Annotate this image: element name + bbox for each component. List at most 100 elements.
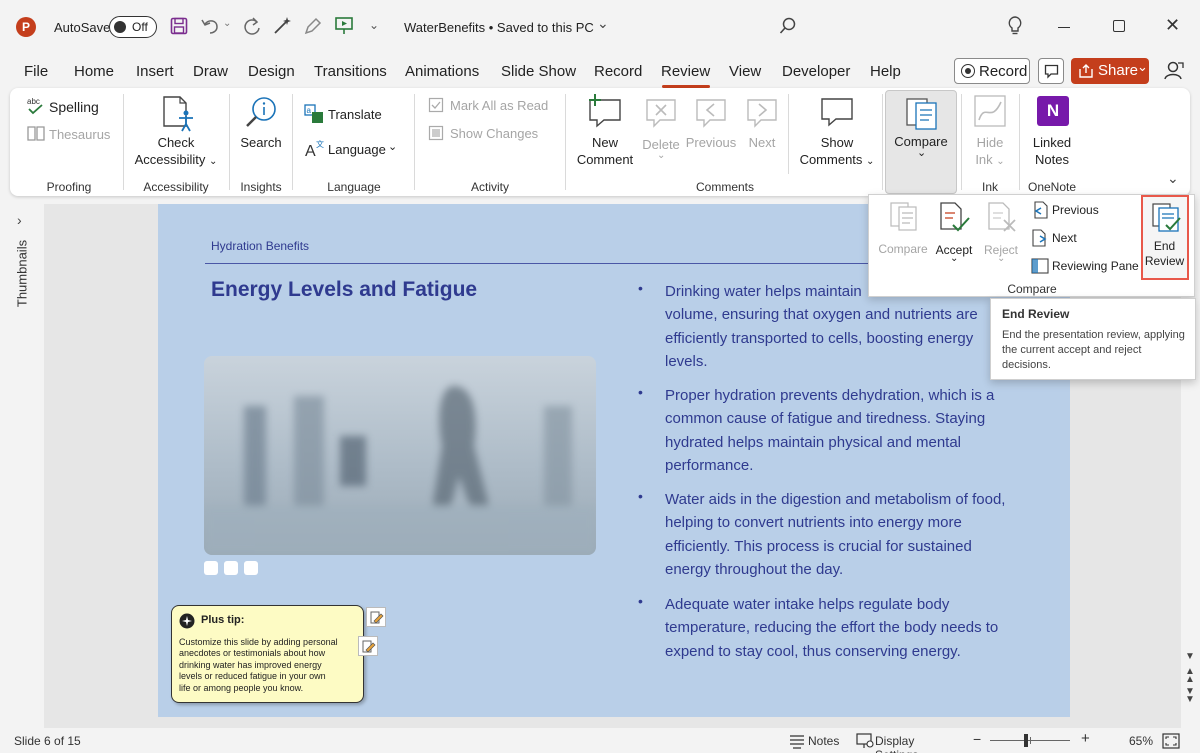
translate-label: Translate	[328, 107, 382, 122]
tab-help[interactable]: Help	[870, 63, 901, 80]
tab-file[interactable]: File	[24, 63, 48, 80]
chevron-down-icon: ⌄	[950, 253, 959, 264]
translate-button[interactable]: a Translate	[304, 104, 404, 126]
comments-pane-button[interactable]	[1038, 58, 1064, 84]
tab-draw[interactable]: Draw	[193, 63, 228, 80]
delete-comment-button[interactable]: Delete ⌄	[640, 94, 682, 170]
tab-developer[interactable]: Developer	[782, 63, 850, 80]
comment-marker-icon[interactable]	[358, 636, 378, 656]
zoom-slider-thumb[interactable]	[1024, 734, 1028, 747]
ribbon-separator	[1019, 94, 1020, 190]
zoom-in-icon[interactable]: +	[1081, 730, 1090, 747]
gallery-dot[interactable]	[244, 561, 258, 575]
compare-panel-group-label: Compare	[1007, 282, 1057, 296]
gallery-dot[interactable]	[224, 561, 238, 575]
previous-comment-button[interactable]: Previous	[684, 94, 738, 170]
show-comments-button[interactable]: Show Comments ⌄	[794, 94, 880, 170]
plus-tip-body: Customize this slide by adding personal a…	[179, 637, 338, 693]
reviewing-pane-button[interactable]: Reviewing Pane	[1029, 256, 1145, 278]
collapse-ribbon-icon[interactable]: ⌄	[1167, 170, 1179, 187]
search-icon[interactable]	[779, 17, 797, 35]
autosave-label: AutoSave	[54, 20, 111, 35]
bullet-dot: •	[638, 384, 643, 400]
presenter-icon[interactable]	[334, 16, 354, 36]
thumbnails-label[interactable]: Thumbnails	[15, 234, 30, 314]
tab-design[interactable]: Design	[248, 63, 295, 80]
redo-icon[interactable]	[242, 16, 262, 36]
tab-animations[interactable]: Animations	[405, 63, 479, 80]
smart-lookup-icon	[246, 97, 276, 127]
svg-text:abc: abc	[27, 97, 40, 106]
autosave-toggle[interactable]: Off	[109, 16, 157, 38]
zoom-level[interactable]: 65%	[1129, 734, 1153, 748]
undo-dropdown-icon[interactable]: ⌄	[223, 18, 231, 29]
title-dropdown-icon[interactable]: ⌄	[597, 15, 609, 32]
document-title[interactable]: WaterBenefits • Saved to this PC	[404, 20, 594, 35]
title-bar: P AutoSave Off ⌄ ⌄ WaterBenefits • Saved…	[0, 0, 1200, 54]
check-accessibility-button[interactable]: Check Accessibility ⌄	[130, 96, 222, 172]
new-comment-button[interactable]: New Comment	[572, 94, 638, 170]
compare-panel-label: Compare	[878, 242, 928, 256]
tab-transitions[interactable]: Transitions	[314, 63, 387, 80]
zoom-slider-center-mark	[1030, 737, 1031, 744]
undo-icon[interactable]	[200, 17, 220, 35]
thesaurus-icon	[27, 126, 45, 141]
notes-icon	[790, 735, 804, 749]
tab-review[interactable]: Review	[661, 63, 710, 80]
previous-change-button[interactable]: Previous	[1029, 200, 1139, 222]
zoom-out-icon[interactable]: −	[973, 731, 981, 747]
expand-thumbnails-icon[interactable]: ›	[17, 212, 22, 228]
linked-notes-button[interactable]: N Linked Notes	[1024, 94, 1080, 170]
magic-wand-icon[interactable]	[272, 16, 292, 36]
close-icon[interactable]: ✕	[1165, 15, 1180, 36]
display-settings-button[interactable]: Display Settings	[856, 731, 960, 753]
show-changes-button[interactable]: Show Changes	[428, 124, 560, 144]
scroll-down-icon[interactable]: ▼	[1185, 651, 1195, 662]
hide-ink-button[interactable]: Hide Ink ⌄	[966, 94, 1014, 170]
compare-button[interactable]: Compare ⌄	[885, 90, 957, 194]
fit-to-window-icon[interactable]	[1162, 733, 1180, 749]
next-change-button[interactable]: Next	[1029, 228, 1139, 250]
tab-home[interactable]: Home	[74, 63, 114, 80]
language-button[interactable]: A 文 Language ⌄	[304, 139, 404, 161]
previous-change-label: Previous	[1052, 203, 1099, 217]
next-comment-button[interactable]: Next	[740, 94, 784, 170]
record-button[interactable]: Record	[954, 58, 1030, 84]
status-bar: Slide 6 of 15 Notes Display Settings − +…	[0, 728, 1200, 753]
tab-slide-show[interactable]: Slide Show	[501, 63, 576, 80]
next-slide-icon[interactable]: ▼ ▼	[1185, 687, 1195, 705]
group-label-accessibility: Accessibility	[143, 180, 209, 194]
gallery-dot[interactable]	[204, 561, 218, 575]
chevron-down-icon: ⌄	[917, 147, 927, 159]
plus-tip-title: Plus tip:	[201, 614, 245, 626]
minimize-icon[interactable]	[1058, 27, 1070, 28]
thesaurus-button[interactable]: Thesaurus	[26, 124, 122, 146]
end-review-button[interactable]: End Review	[1141, 195, 1189, 280]
comment-marker-icon[interactable]	[366, 607, 386, 627]
show-changes-label: Show Changes	[450, 126, 539, 141]
record-label: Record	[979, 63, 1028, 80]
tab-view[interactable]: View	[729, 63, 761, 80]
customize-toolbar-icon[interactable]: ⌄	[369, 18, 379, 32]
slide-photo[interactable]	[204, 356, 596, 555]
ribbon-separator	[788, 94, 789, 174]
new-comment-icon	[589, 94, 621, 128]
compare-panel-button[interactable]: Compare	[875, 199, 931, 257]
tab-insert[interactable]: Insert	[136, 63, 174, 80]
tab-record[interactable]: Record	[594, 63, 642, 80]
previous-slide-icon[interactable]: ▲ ▲	[1185, 667, 1195, 685]
notes-button[interactable]: Notes	[788, 731, 842, 751]
share-button[interactable]: Share ⌄	[1071, 58, 1149, 84]
search-button[interactable]: Search	[236, 96, 286, 154]
plus-tip-box[interactable]: Plus tip: Customize this slide by adding…	[171, 605, 364, 703]
lightbulb-icon[interactable]	[1007, 16, 1023, 36]
save-icon[interactable]	[170, 17, 188, 35]
reject-button[interactable]: Reject ⌄	[979, 199, 1023, 269]
coauthor-icon[interactable]	[1163, 60, 1185, 82]
maximize-icon[interactable]	[1113, 20, 1125, 32]
spelling-button[interactable]: abc Spelling	[26, 96, 122, 118]
mark-all-read-button[interactable]: Mark All as Read	[428, 96, 560, 116]
pen-icon[interactable]	[303, 16, 323, 36]
accept-button[interactable]: Accept ⌄	[933, 199, 975, 269]
toggle-knob	[114, 21, 126, 33]
